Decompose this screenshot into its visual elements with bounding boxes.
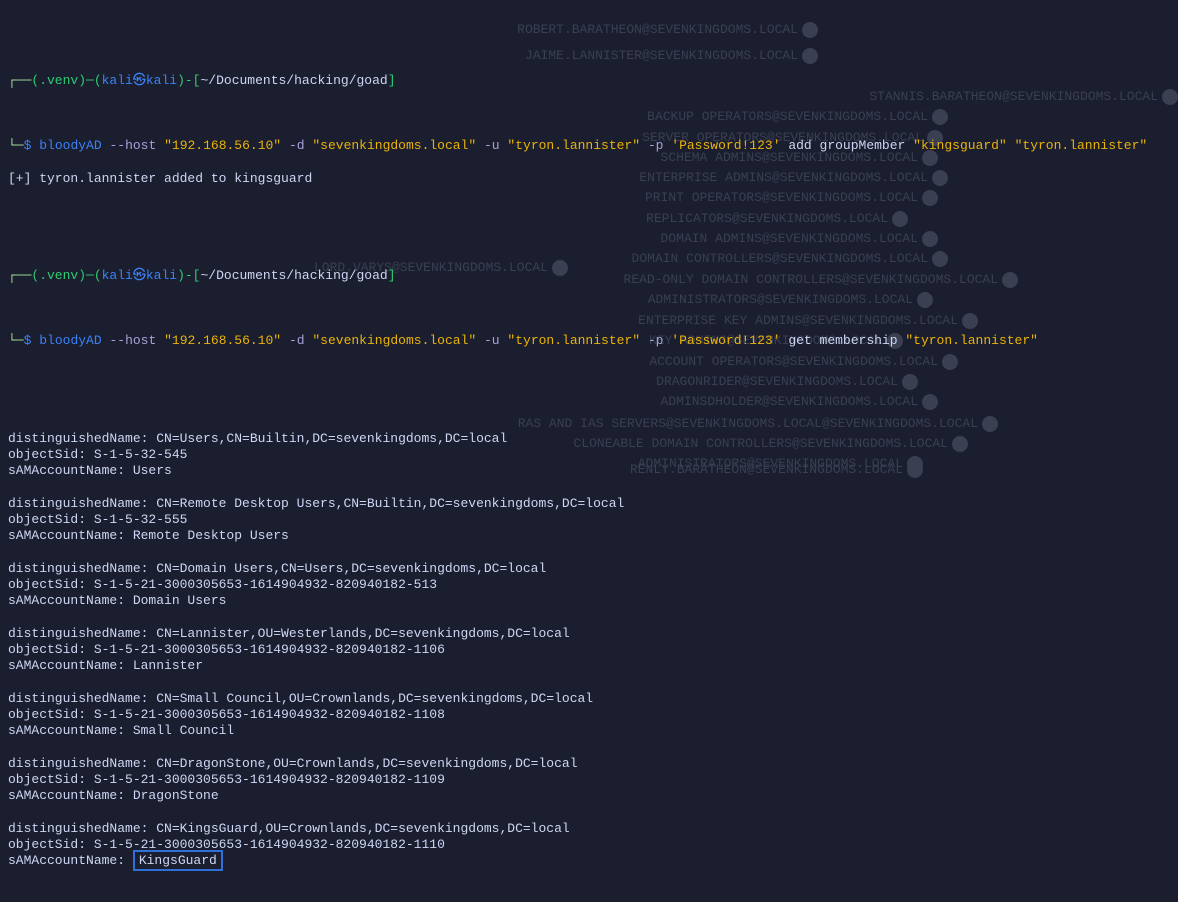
val-host: "192.168.56.10" bbox=[164, 333, 281, 348]
output-dn: distinguishedName: CN=Lannister,OU=Weste… bbox=[8, 626, 1170, 642]
prompt-corner: ┌── bbox=[8, 268, 31, 283]
arg1: "kingsguard" bbox=[913, 138, 1007, 153]
arg1: "tyron.lannister" bbox=[905, 333, 1038, 348]
val-u: "tyron.lannister" bbox=[507, 333, 640, 348]
prompt-dash2: )-[ bbox=[177, 73, 200, 88]
output-added: [+] tyron.lannister added to kingsguard bbox=[8, 171, 1170, 187]
membership-output: distinguishedName: CN=Users,CN=Builtin,D… bbox=[8, 431, 1170, 870]
prompt-dollar: $ bbox=[24, 333, 32, 348]
output-sam: sAMAccountName: Domain Users bbox=[8, 593, 1170, 609]
prompt-close: ] bbox=[388, 268, 396, 283]
flag-host: --host bbox=[109, 333, 156, 348]
output-sid: objectSid: S-1-5-21-3000305653-161490493… bbox=[8, 642, 1170, 658]
output-sam-highlight: KingsGuard bbox=[133, 850, 223, 871]
subcmd: add groupMember bbox=[788, 138, 905, 153]
tool-name: bloodyAD bbox=[39, 138, 101, 153]
output-sid: objectSid: S-1-5-21-3000305653-161490493… bbox=[8, 772, 1170, 788]
blank bbox=[8, 739, 1170, 755]
prompt-user: kali bbox=[102, 268, 133, 283]
output-sid: objectSid: S-1-5-32-545 bbox=[8, 447, 1170, 463]
prompt-line-1: ┌──(.venv)─(kali㉿kali)-[~/Documents/hack… bbox=[8, 57, 1170, 90]
output-dn: distinguishedName: CN=Small Council,OU=C… bbox=[8, 691, 1170, 707]
output-sam: sAMAccountName: Small Council bbox=[8, 723, 1170, 739]
prompt-path: ~/Documents/hacking/goad bbox=[200, 73, 387, 88]
flag-p: -p bbox=[648, 138, 664, 153]
tool-name: bloodyAD bbox=[39, 333, 101, 348]
blank bbox=[8, 804, 1170, 820]
terminal[interactable]: ┌──(.venv)─(kali㉿kali)-[~/Documents/hack… bbox=[0, 0, 1178, 902]
flag-u: -u bbox=[484, 138, 500, 153]
val-host: "192.168.56.10" bbox=[164, 138, 281, 153]
output-dn: distinguishedName: CN=Users,CN=Builtin,D… bbox=[8, 431, 1170, 447]
output-sid: objectSid: S-1-5-32-555 bbox=[8, 512, 1170, 528]
prompt-dash1: ─( bbox=[86, 73, 102, 88]
subcmd: get membership bbox=[788, 333, 897, 348]
flag-p: -p bbox=[648, 333, 664, 348]
arg2: "tyron.lannister" bbox=[1015, 138, 1148, 153]
command-line-2[interactable]: └─$ bloodyAD --host "192.168.56.10" -d "… bbox=[8, 317, 1170, 350]
output-sam: sAMAccountName: Users bbox=[8, 463, 1170, 479]
output-dn: distinguishedName: CN=DragonStone,OU=Cro… bbox=[8, 756, 1170, 772]
blank bbox=[8, 203, 1170, 219]
output-sam: sAMAccountName: Remote Desktop Users bbox=[8, 528, 1170, 544]
blank bbox=[8, 366, 1170, 382]
prompt-dash2: )-[ bbox=[177, 268, 200, 283]
prompt-corner: ┌── bbox=[8, 73, 31, 88]
blank bbox=[8, 544, 1170, 560]
prompt-line-2: ┌──(.venv)─(kali㉿kali)-[~/Documents/hack… bbox=[8, 252, 1170, 285]
val-d: "sevenkingdoms.local" bbox=[312, 138, 476, 153]
prompt-host: kali bbox=[146, 73, 177, 88]
output-sam-label: sAMAccountName: bbox=[8, 853, 133, 868]
val-u: "tyron.lannister" bbox=[507, 138, 640, 153]
output-dn: distinguishedName: CN=KingsGuard,OU=Crow… bbox=[8, 821, 1170, 837]
prompt-skull: ㉿ bbox=[133, 73, 146, 88]
prompt-path: ~/Documents/hacking/goad bbox=[200, 268, 387, 283]
output-sam: sAMAccountName: KingsGuard bbox=[8, 853, 1170, 869]
prompt-l2prefix: └─ bbox=[8, 138, 24, 153]
output-dn: distinguishedName: CN=Domain Users,CN=Us… bbox=[8, 561, 1170, 577]
output-dn: distinguishedName: CN=Remote Desktop Use… bbox=[8, 496, 1170, 512]
prompt-venv: (.venv) bbox=[31, 268, 86, 283]
flag-d: -d bbox=[289, 138, 305, 153]
prompt-host: kali bbox=[146, 268, 177, 283]
val-d: "sevenkingdoms.local" bbox=[312, 333, 476, 348]
prompt-close: ] bbox=[388, 73, 396, 88]
flag-u: -u bbox=[484, 333, 500, 348]
val-p: 'Password!123' bbox=[671, 138, 780, 153]
output-sid: objectSid: S-1-5-21-3000305653-161490493… bbox=[8, 707, 1170, 723]
output-sid: objectSid: S-1-5-21-3000305653-161490493… bbox=[8, 577, 1170, 593]
prompt-l2prefix: └─ bbox=[8, 333, 24, 348]
prompt-skull: ㉿ bbox=[133, 268, 146, 283]
prompt-user: kali bbox=[102, 73, 133, 88]
blank bbox=[8, 479, 1170, 495]
blank bbox=[8, 609, 1170, 625]
command-line-1[interactable]: └─$ bloodyAD --host "192.168.56.10" -d "… bbox=[8, 122, 1170, 155]
val-p: 'Password!123' bbox=[671, 333, 780, 348]
flag-host: --host bbox=[109, 138, 156, 153]
prompt-dollar: $ bbox=[24, 138, 32, 153]
blank bbox=[8, 674, 1170, 690]
output-sam: sAMAccountName: DragonStone bbox=[8, 788, 1170, 804]
flag-d: -d bbox=[289, 333, 305, 348]
prompt-dash1: ─( bbox=[86, 268, 102, 283]
prompt-venv: (.venv) bbox=[31, 73, 86, 88]
output-sam: sAMAccountName: Lannister bbox=[8, 658, 1170, 674]
